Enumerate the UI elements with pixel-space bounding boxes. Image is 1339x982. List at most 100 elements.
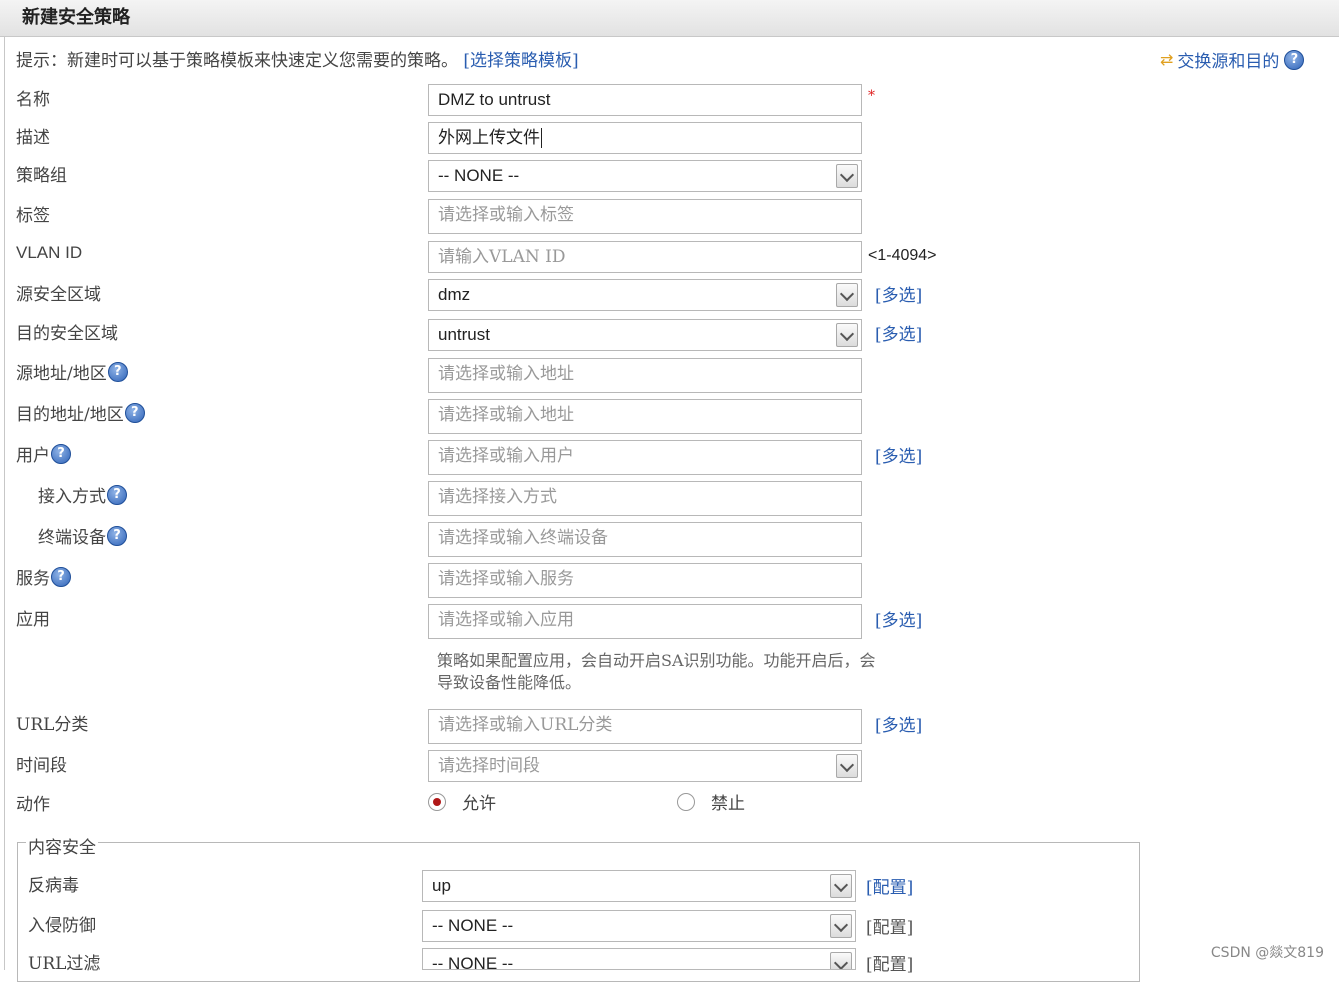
content-security-legend: 内容安全 bbox=[26, 833, 98, 858]
window-titlebar: 新建安全策略 bbox=[0, 0, 1339, 37]
dst-zone-select[interactable]: untrust bbox=[428, 319, 862, 351]
src-zone-value: dmz bbox=[438, 285, 471, 304]
antivirus-label: 反病毒 bbox=[28, 876, 79, 896]
url-filter-select[interactable]: -- NONE -- bbox=[422, 948, 856, 970]
time-range-select[interactable]: 请选择时间段 bbox=[428, 750, 862, 782]
chevron-down-icon[interactable] bbox=[830, 874, 852, 898]
vlan-range: <1-4094> bbox=[868, 247, 937, 264]
action-deny-option[interactable]: 禁止 bbox=[677, 789, 745, 814]
deny-radio[interactable] bbox=[677, 792, 695, 811]
chevron-down-icon[interactable] bbox=[830, 952, 852, 969]
help-icon[interactable]: ? bbox=[107, 525, 127, 546]
access-placeholder: 请选择接入方式 bbox=[438, 487, 557, 507]
help-icon[interactable]: ? bbox=[124, 402, 145, 423]
user-label-row: 用户? bbox=[16, 441, 71, 466]
url-category-placeholder: 请选择或输入URL分类 bbox=[438, 715, 613, 735]
antivirus-config-link[interactable]: [配置] bbox=[866, 873, 913, 898]
application-input[interactable]: 请选择或输入应用 bbox=[428, 604, 862, 639]
terminal-label: 终端设备 bbox=[38, 528, 106, 548]
window-title: 新建安全策略 bbox=[22, 7, 130, 28]
application-label: 应用 bbox=[16, 610, 50, 630]
tag-input[interactable]: 请选择或输入标签 bbox=[428, 199, 862, 234]
service-input[interactable]: 请选择或输入服务 bbox=[428, 563, 862, 598]
ips-label: 入侵防御 bbox=[28, 916, 96, 936]
src-zone-select[interactable]: dmz bbox=[428, 279, 862, 311]
url-category-input[interactable]: 请选择或输入URL分类 bbox=[428, 709, 862, 744]
dst-zone-multi-link[interactable]: [多选] bbox=[875, 320, 922, 345]
required-mark: * bbox=[868, 88, 875, 104]
antivirus-select[interactable]: up bbox=[422, 870, 856, 902]
access-input[interactable]: 请选择接入方式 bbox=[428, 481, 862, 516]
src-addr-placeholder: 请选择或输入地址 bbox=[438, 364, 574, 384]
url-filter-value: -- NONE -- bbox=[432, 954, 514, 970]
user-input[interactable]: 请选择或输入用户 bbox=[428, 440, 862, 475]
permit-label: 允许 bbox=[462, 794, 496, 814]
service-label: 服务 bbox=[16, 569, 50, 589]
help-icon[interactable]: ? bbox=[51, 443, 71, 464]
dst-zone-label: 目的安全区域 bbox=[16, 324, 118, 344]
user-multi-link[interactable]: [多选] bbox=[875, 442, 922, 467]
terminal-input[interactable]: 请选择或输入终端设备 bbox=[428, 522, 862, 557]
application-note: 策略如果配置应用，会自动开启SA识别功能。功能开启后，会导致设备性能降低。 bbox=[437, 651, 876, 692]
action-permit-option[interactable]: 允许 bbox=[428, 789, 496, 814]
chevron-down-icon[interactable] bbox=[836, 754, 858, 778]
help-icon[interactable]: ? bbox=[107, 361, 128, 382]
hint-row: 提示：新建时可以基于策略模板来快速定义您需要的策略。 [选择策略模板] bbox=[16, 46, 579, 71]
user-placeholder: 请选择或输入用户 bbox=[438, 446, 574, 466]
time-range-label: 时间段 bbox=[16, 756, 67, 776]
src-zone-label: 源安全区域 bbox=[16, 285, 101, 305]
src-addr-label-row: 源地址/地区? bbox=[16, 359, 128, 384]
dst-addr-input[interactable]: 请选择或输入地址 bbox=[428, 399, 862, 434]
dst-addr-label: 目的地址/地区 bbox=[16, 405, 124, 425]
policy-group-label: 策略组 bbox=[16, 166, 67, 186]
vlan-input[interactable]: 请输入VLAN ID bbox=[428, 241, 862, 273]
description-value: 外网上传文件 bbox=[438, 128, 540, 148]
help-icon[interactable]: ? bbox=[1284, 49, 1305, 70]
name-input[interactable]: DMZ to untrust bbox=[428, 84, 862, 116]
help-icon[interactable]: ? bbox=[51, 566, 71, 587]
description-label: 描述 bbox=[16, 128, 50, 148]
swap-arrows-icon: ⇄ bbox=[1160, 50, 1174, 69]
hint-text: 提示：新建时可以基于策略模板来快速定义您需要的策略。 bbox=[16, 51, 458, 71]
help-icon[interactable]: ? bbox=[107, 484, 127, 505]
ips-select[interactable]: -- NONE -- bbox=[422, 910, 856, 942]
policy-group-select[interactable]: -- NONE -- bbox=[428, 160, 862, 192]
service-placeholder: 请选择或输入服务 bbox=[438, 569, 574, 589]
description-input[interactable]: 外网上传文件 bbox=[428, 122, 862, 154]
select-template-link[interactable]: [选择策略模板] bbox=[463, 51, 578, 71]
antivirus-value: up bbox=[432, 876, 451, 895]
tag-label: 标签 bbox=[16, 206, 50, 226]
name-label: 名称 bbox=[16, 90, 50, 110]
dst-zone-value: untrust bbox=[438, 325, 490, 344]
access-label-row: 接入方式? bbox=[38, 482, 127, 507]
ips-value: -- NONE -- bbox=[432, 916, 514, 935]
terminal-label-row: 终端设备? bbox=[38, 523, 127, 548]
swap-source-destination[interactable]: ⇄ 交换源和目的 ? bbox=[1160, 47, 1305, 72]
application-multi-link[interactable]: [多选] bbox=[875, 606, 922, 631]
chevron-down-icon[interactable] bbox=[830, 914, 852, 938]
tag-placeholder: 请选择或输入标签 bbox=[438, 205, 574, 225]
url-category-label: URL分类 bbox=[16, 715, 89, 735]
application-placeholder: 请选择或输入应用 bbox=[438, 610, 574, 630]
dst-addr-label-row: 目的地址/地区? bbox=[16, 400, 145, 425]
watermark: CSDN @燚文819 bbox=[1210, 945, 1324, 961]
url-filter-label: URL过滤 bbox=[28, 954, 101, 974]
url-filter-config-link: [配置] bbox=[866, 955, 914, 975]
src-zone-multi-link[interactable]: [多选] bbox=[875, 281, 922, 306]
deny-label: 禁止 bbox=[711, 794, 745, 814]
name-value: DMZ to untrust bbox=[438, 90, 551, 109]
action-label: 动作 bbox=[16, 795, 50, 815]
url-category-multi-link[interactable]: [多选] bbox=[875, 711, 922, 736]
src-addr-input[interactable]: 请选择或输入地址 bbox=[428, 358, 862, 393]
permit-radio[interactable] bbox=[428, 792, 446, 811]
chevron-down-icon[interactable] bbox=[836, 323, 858, 347]
ips-config-link: [配置] bbox=[866, 918, 914, 938]
swap-label[interactable]: 交换源和目的 bbox=[1177, 47, 1279, 72]
chevron-down-icon[interactable] bbox=[836, 164, 858, 188]
src-addr-label: 源地址/地区 bbox=[16, 364, 107, 384]
vlan-label: VLAN ID bbox=[16, 243, 83, 262]
chevron-down-icon[interactable] bbox=[836, 283, 858, 307]
service-label-row: 服务? bbox=[16, 564, 71, 589]
user-label: 用户 bbox=[16, 446, 50, 466]
terminal-placeholder: 请选择或输入终端设备 bbox=[438, 528, 608, 548]
